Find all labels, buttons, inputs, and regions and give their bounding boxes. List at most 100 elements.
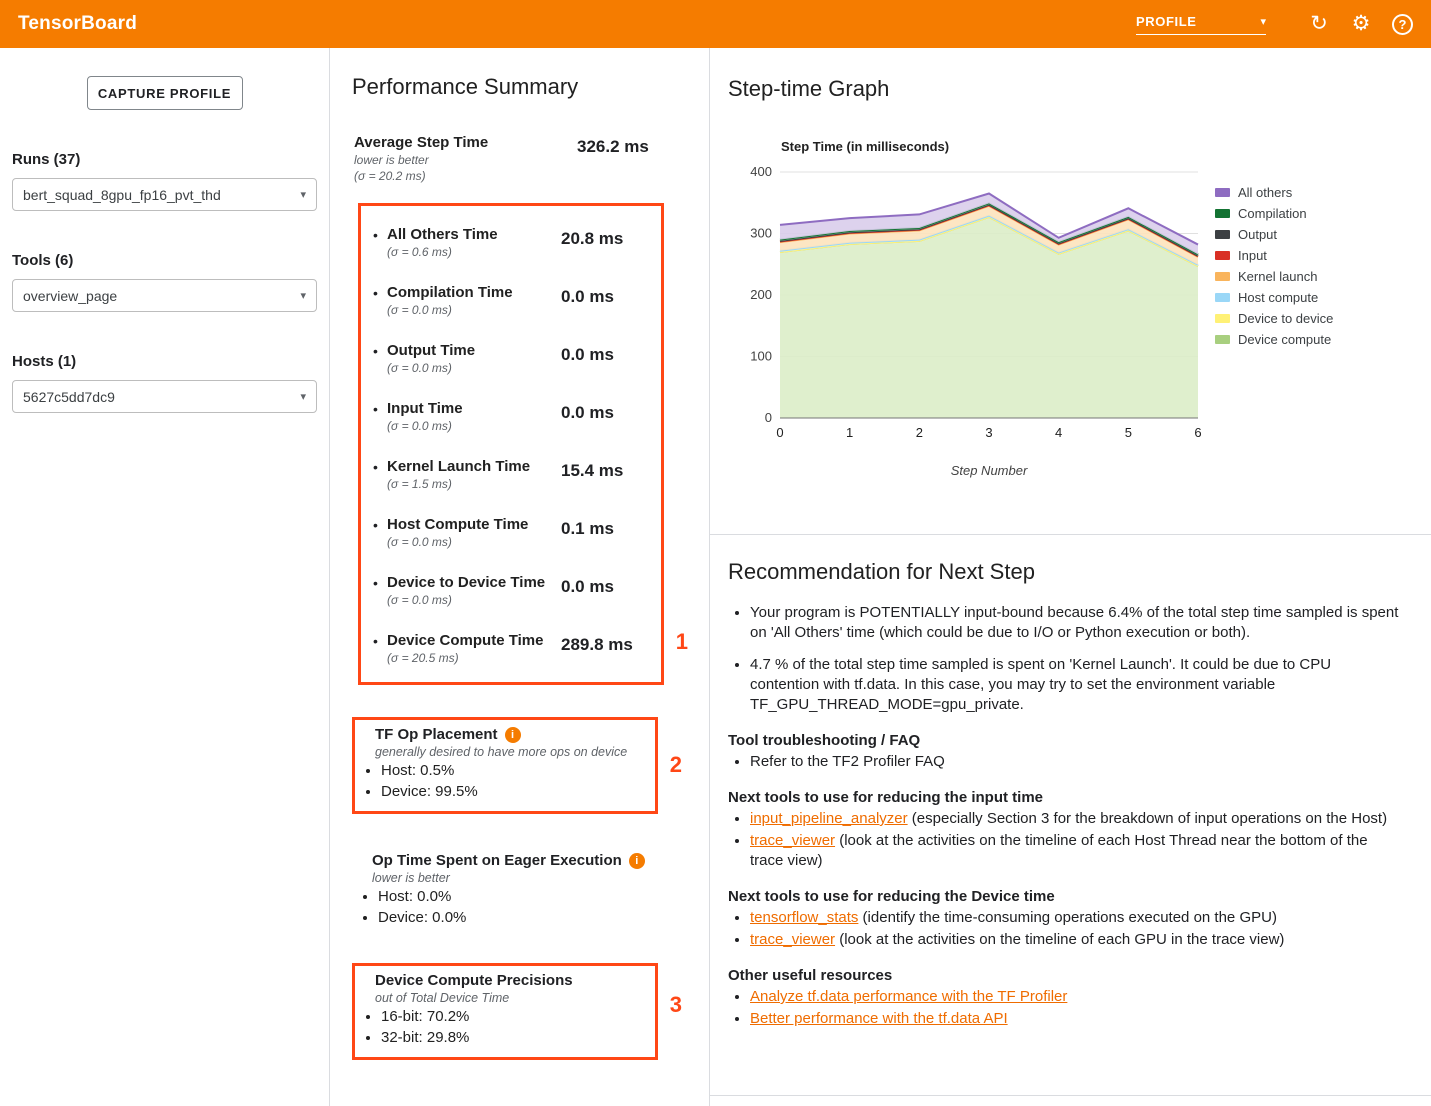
app-title: TensorBoard [18, 13, 137, 35]
svg-text:5: 5 [1125, 425, 1132, 440]
info-icon[interactable]: i [505, 727, 521, 743]
tf-op-placement-subtitle: generally desired to have more ops on de… [375, 745, 643, 759]
legend-label: Compilation [1238, 206, 1307, 221]
tf-op-placement-device: Device: 99.5% [381, 782, 643, 801]
svg-text:400: 400 [750, 164, 772, 179]
annotation-box-3: 3 Device Compute Precisions out of Total… [352, 963, 658, 1060]
svg-text:300: 300 [750, 226, 772, 241]
metric-value: 0.1 ms [561, 516, 649, 549]
tool-item: trace_viewer (look at the activities on … [750, 831, 1403, 871]
metric-label: Average Step Time [354, 134, 577, 151]
help-icon[interactable]: ? [1392, 14, 1413, 35]
metric-label: Host Compute Time [387, 516, 561, 533]
performance-summary-panel: Performance Summary Average Step Time lo… [330, 48, 710, 1106]
hosts-select[interactable]: 5627c5dd7dc9 ▾ [12, 380, 317, 413]
recommendation-bullet: Your program is POTENTIALLY input-bound … [750, 603, 1400, 643]
tool-item-text: (look at the activities on the timeline … [750, 832, 1368, 869]
gear-icon[interactable]: ⚙ [1346, 9, 1376, 39]
metric-label: All Others Time [387, 226, 561, 243]
metric-sigma: (σ = 0.0 ms) [387, 303, 561, 317]
link-input-pipeline-analyzer[interactable]: input_pipeline_analyzer [750, 810, 908, 827]
tf-op-placement-host: Host: 0.5% [381, 761, 643, 780]
metric-label: Device Compute Time [387, 632, 561, 649]
recommendation-panel: Recommendation for Next Step Your progra… [710, 535, 1431, 1096]
annotation-box-1: 1 • All Others Time (σ = 0.6 ms) 20.8 ms… [358, 203, 664, 685]
metric-sigma: (σ = 0.0 ms) [387, 361, 561, 375]
metric-row: • Host Compute Time (σ = 0.0 ms) 0.1 ms [373, 504, 649, 562]
tool-item-text: (especially Section 3 for the breakdown … [908, 810, 1387, 827]
eager-host: Host: 0.0% [378, 887, 677, 906]
runs-select-value: bert_squad_8gpu_fp16_pvt_thd [23, 187, 221, 203]
svg-text:1: 1 [846, 425, 853, 440]
resources-heading: Other useful resources [728, 967, 1403, 984]
metric-label: Input Time [387, 400, 561, 417]
link-analyze-tfdata-performance[interactable]: Analyze tf.data performance with the TF … [750, 988, 1067, 1005]
step-time-chart: 01002003004000123456Step Time (in millis… [728, 136, 1203, 481]
metric-value: 326.2 ms [577, 134, 689, 183]
bullet-dot: • [373, 575, 378, 591]
tools-select-value: overview_page [23, 288, 117, 304]
metric-note: lower is better [354, 153, 577, 167]
svg-text:3: 3 [985, 425, 992, 440]
metric-value: 0.0 ms [561, 342, 649, 375]
tool-item-text: (look at the activities on the timeline … [835, 931, 1284, 948]
chevron-down-icon: ▾ [300, 188, 306, 201]
metric-row: • Kernel Launch Time (σ = 1.5 ms) 15.4 m… [373, 446, 649, 504]
svg-text:200: 200 [750, 287, 772, 302]
metric-value: 0.0 ms [561, 400, 649, 433]
runs-select[interactable]: bert_squad_8gpu_fp16_pvt_thd ▾ [12, 178, 317, 211]
tools-select[interactable]: overview_page ▾ [12, 279, 317, 312]
legend-item: All others [1215, 182, 1333, 203]
input-tools-heading: Next tools to use for reducing the input… [728, 789, 1403, 806]
reload-icon[interactable]: ↻ [1304, 9, 1334, 39]
tool-item: tensorflow_stats (identify the time-cons… [750, 908, 1403, 928]
link-trace-viewer[interactable]: trace_viewer [750, 832, 835, 849]
metric-sigma: (σ = 20.5 ms) [387, 651, 561, 665]
metric-value: 15.4 ms [561, 458, 649, 491]
metric-value: 0.0 ms [561, 574, 649, 607]
legend-swatch [1215, 251, 1230, 260]
metric-row: • Compilation Time (σ = 0.0 ms) 0.0 ms [373, 272, 649, 330]
bullet-dot: • [373, 517, 378, 533]
bullet-dot: • [373, 227, 378, 243]
metric-sigma: (σ = 0.6 ms) [387, 245, 561, 259]
link-better-performance-tfdata-api[interactable]: Better performance with the tf.data API [750, 1010, 1008, 1027]
device-tools-heading: Next tools to use for reducing the Devic… [728, 888, 1403, 905]
resource-item: Better performance with the tf.data API [750, 1009, 1403, 1029]
annotation-number-3: 3 [670, 992, 682, 1018]
performance-summary-title: Performance Summary [352, 74, 689, 100]
svg-text:100: 100 [750, 349, 772, 364]
bullet-dot: • [373, 343, 378, 359]
metric-value: 0.0 ms [561, 284, 649, 317]
profile-select[interactable]: PROFILE ▾ [1136, 14, 1266, 35]
legend-swatch [1215, 335, 1230, 344]
metric-sigma: (σ = 0.0 ms) [387, 419, 561, 433]
sidebar: CAPTURE PROFILE Runs (37) bert_squad_8gp… [0, 48, 330, 1106]
eager-execution-title: Op Time Spent on Eager Execution [372, 852, 622, 869]
step-time-graph-title: Step-time Graph [728, 76, 1431, 102]
metric-label: Kernel Launch Time [387, 458, 561, 475]
legend-swatch [1215, 188, 1230, 197]
legend-item: Output [1215, 224, 1333, 245]
metric-label: Device to Device Time [387, 574, 561, 591]
runs-label: Runs (37) [12, 151, 317, 168]
metric-row: • Input Time (σ = 0.0 ms) 0.0 ms [373, 388, 649, 446]
tools-label: Tools (6) [12, 252, 317, 269]
link-tensorflow-stats[interactable]: tensorflow_stats [750, 909, 858, 926]
legend-item: Input [1215, 245, 1333, 266]
svg-text:6: 6 [1194, 425, 1201, 440]
chart-legend: All othersCompilationOutputInputKernel l… [1215, 182, 1333, 350]
capture-profile-button[interactable]: CAPTURE PROFILE [87, 76, 243, 110]
svg-text:4: 4 [1055, 425, 1062, 440]
precisions-title: Device Compute Precisions [375, 972, 573, 989]
link-trace-viewer[interactable]: trace_viewer [750, 931, 835, 948]
legend-label: Device compute [1238, 332, 1331, 347]
chevron-down-icon: ▾ [300, 289, 306, 302]
eager-execution-block: Op Time Spent on Eager Execution i lower… [352, 846, 689, 937]
legend-swatch [1215, 314, 1230, 323]
metric-sigma: (σ = 0.0 ms) [387, 535, 561, 549]
hosts-select-value: 5627c5dd7dc9 [23, 389, 115, 405]
tool-item: input_pipeline_analyzer (especially Sect… [750, 809, 1403, 829]
info-icon[interactable]: i [629, 853, 645, 869]
chevron-down-icon: ▾ [300, 390, 306, 403]
